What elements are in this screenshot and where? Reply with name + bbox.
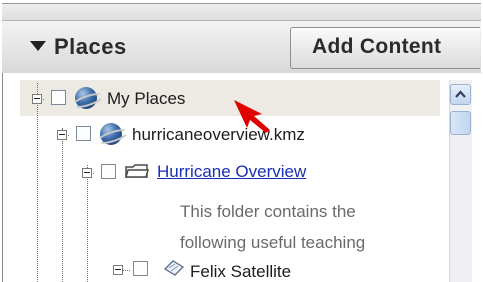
places-panel-window: Places Add Content My Places hurricaneov… (0, 0, 483, 282)
scroll-thumb[interactable] (450, 111, 471, 135)
folder-description-line: This folder contains the (180, 202, 356, 221)
collapse-toggle-icon[interactable] (32, 94, 42, 104)
collapse-caret-icon[interactable] (30, 41, 46, 51)
tree-node-kmz[interactable]: hurricaneoverview.kmz (132, 125, 305, 145)
folder-open-icon (125, 164, 149, 178)
tree-line (37, 83, 38, 282)
toolbar-strip (2, 3, 481, 20)
add-content-button-label[interactable]: Add Content (312, 35, 441, 59)
collapse-toggle-icon[interactable] (82, 168, 92, 178)
folder-checkbox[interactable] (101, 164, 116, 179)
places-title[interactable]: Places (54, 34, 127, 60)
chevron-up-icon (455, 90, 466, 98)
tree-node-my-places[interactable]: My Places (107, 89, 185, 109)
scroll-up-button[interactable] (450, 84, 471, 105)
hurricane-overview-link[interactable]: Hurricane Overview (157, 162, 306, 182)
expand-toggle-icon[interactable] (113, 265, 123, 275)
satellite-overlay-icon (163, 260, 185, 276)
globe-icon (75, 87, 97, 109)
kmz-checkbox[interactable] (76, 126, 91, 141)
globe-icon (100, 123, 122, 145)
collapse-toggle-icon[interactable] (57, 130, 67, 140)
red-pointer-arrow-icon (234, 100, 270, 133)
tree-node-felix-satellite[interactable]: Felix Satellite (190, 262, 291, 282)
tree-line (62, 128, 63, 282)
folder-description-line: following useful teaching (180, 233, 366, 252)
my-places-checkbox[interactable] (51, 90, 66, 105)
satellite-checkbox[interactable] (133, 261, 148, 276)
tree-line (87, 165, 88, 282)
